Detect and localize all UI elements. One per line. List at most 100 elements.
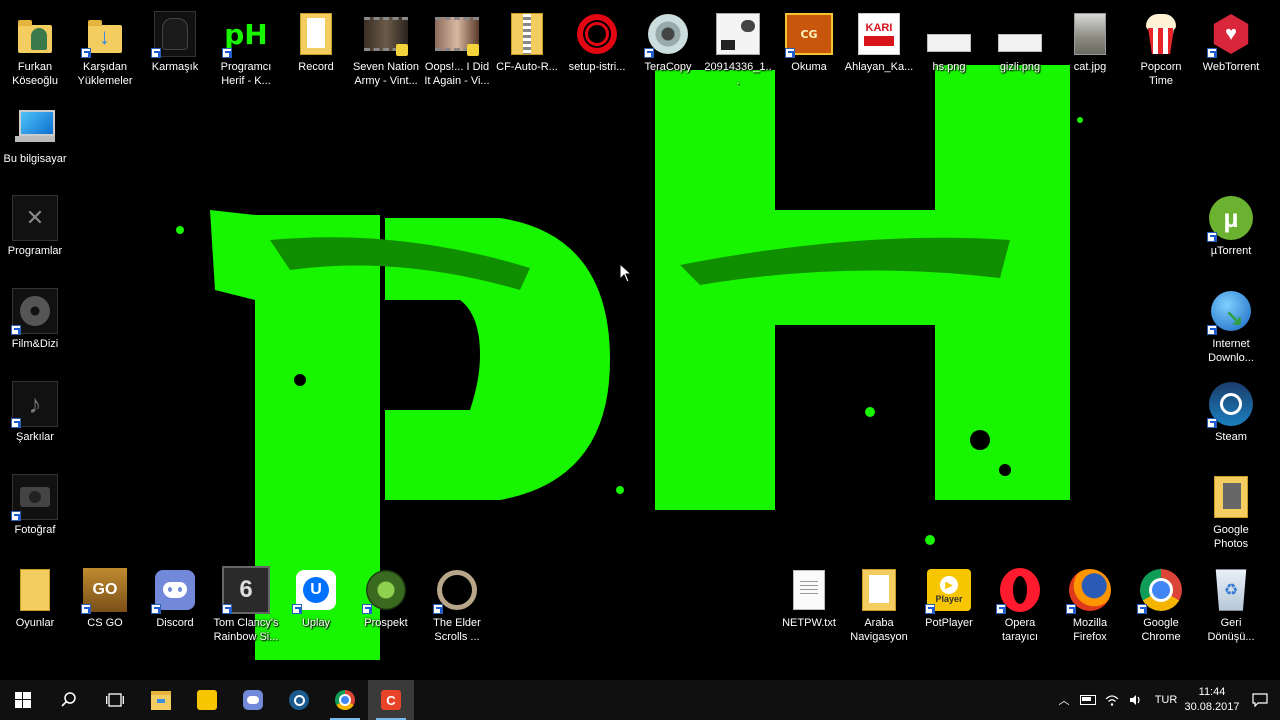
film-reel-icon bbox=[11, 287, 59, 335]
desktop-icon-popcorn-time[interactable]: Popcorn Time bbox=[1126, 8, 1196, 88]
clock[interactable]: 11:44 30.08.2017 bbox=[1184, 685, 1240, 715]
taskbar-camtasia[interactable]: C bbox=[368, 680, 414, 720]
desktop-icon-uplay[interactable]: U Uplay bbox=[281, 564, 351, 630]
wifi-icon bbox=[1105, 695, 1119, 706]
desktop-icon-discord[interactable]: Discord bbox=[140, 564, 210, 630]
icon-label: CS GO bbox=[87, 617, 123, 629]
icon-label: Steam bbox=[1215, 431, 1247, 443]
shortcut-arrow-icon bbox=[292, 604, 302, 614]
icon-label: Film&Dizi bbox=[11, 338, 59, 350]
taskbar-discord[interactable] bbox=[230, 680, 276, 720]
csgo-icon: GO bbox=[81, 566, 129, 614]
idm-globe-icon: ↘ bbox=[1207, 287, 1255, 335]
icon-label: Ahlayan_Ka... bbox=[844, 61, 914, 73]
desktop-icon-furkan-koseoglu[interactable]: Furkan Köseoğlu bbox=[0, 8, 70, 88]
shortcut-arrow-icon bbox=[433, 604, 443, 614]
desktop-icon-recycle-bin[interactable]: ♻ Geri Dönüşü... bbox=[1196, 564, 1266, 644]
icon-label: WebTorrent bbox=[1202, 61, 1260, 73]
shortcut-arrow-icon bbox=[1066, 604, 1076, 614]
csgo-logo-text: GO bbox=[92, 581, 118, 598]
desktop-icon-bu-bilgisayar[interactable]: Bu bilgisayar bbox=[0, 100, 70, 166]
icon-label: setup-istri... bbox=[568, 61, 626, 73]
desktop-icon-karmasik[interactable]: Karmaşık bbox=[140, 8, 210, 74]
tray-wifi[interactable] bbox=[1100, 680, 1124, 720]
start-button[interactable] bbox=[0, 680, 46, 720]
desktop-icon-chrome[interactable]: Google Chrome bbox=[1126, 564, 1196, 644]
taskbar-file-explorer[interactable] bbox=[138, 680, 184, 720]
icon-label: Seven Nation Army - Vint... bbox=[352, 61, 420, 87]
shortcut-arrow-icon bbox=[151, 48, 161, 58]
desktop-icon-ahlayan[interactable]: KARI Ahlayan_Ka... bbox=[844, 8, 914, 74]
icon-label: Şarkılar bbox=[16, 431, 54, 443]
desktop-icon-oops-i-did-it-again[interactable]: Oops!... I Did It Again - Vi... bbox=[422, 8, 492, 88]
icon-label: hs.png bbox=[932, 61, 966, 73]
desktop-icon-google-photos[interactable]: Google Photos bbox=[1196, 471, 1266, 551]
icon-label: The Elder Scrolls ... bbox=[433, 617, 481, 643]
desktop-icon-setup-istri[interactable]: setup-istri... bbox=[562, 8, 632, 74]
desktop-icon-downloads[interactable]: ↓ Karşıdan Yüklemeler bbox=[70, 8, 140, 88]
desktop-icon-steam[interactable]: Steam bbox=[1196, 378, 1266, 444]
icon-label: Uplay bbox=[301, 617, 331, 629]
tray-battery[interactable] bbox=[1076, 680, 1100, 720]
video-file-icon bbox=[362, 10, 410, 58]
desktop-icon-cat-jpg[interactable]: cat.jpg bbox=[1055, 8, 1125, 74]
desktop-icon-cs-go[interactable]: GO CS GO bbox=[70, 564, 140, 630]
setup-red-circle-icon bbox=[573, 10, 621, 58]
search-button[interactable] bbox=[46, 680, 92, 720]
desktop-icon-programci-herif[interactable]: pH Programcı Herif - K... bbox=[211, 8, 281, 88]
language-indicator[interactable]: TUR bbox=[1148, 680, 1184, 720]
potplayer-icon: ▶ Player bbox=[925, 566, 973, 614]
desktop-icon-fotograf[interactable]: Fotoğraf bbox=[0, 471, 70, 537]
desktop-icon-araba-navigasyon[interactable]: Araba Navigasyon bbox=[844, 564, 914, 644]
task-view-button[interactable] bbox=[92, 680, 138, 720]
icon-label: Oops!... I Did It Again - Vi... bbox=[424, 61, 490, 87]
tray-volume[interactable] bbox=[1124, 680, 1148, 720]
icon-label: Fotoğraf bbox=[14, 524, 56, 536]
desktop-icon-webtorrent[interactable]: ♥ WebTorrent bbox=[1196, 8, 1266, 74]
shortcut-arrow-icon bbox=[11, 325, 21, 335]
desktop-icon-firefox[interactable]: Mozilla Firefox bbox=[1055, 564, 1125, 644]
taskbar-potplayer[interactable] bbox=[184, 680, 230, 720]
rainbow-six-icon: 6 bbox=[222, 566, 270, 614]
desktop-icon-prospekt[interactable]: Prospekt bbox=[351, 564, 421, 630]
teracopy-disc-icon bbox=[644, 10, 692, 58]
firefox-icon bbox=[1066, 566, 1114, 614]
taskbar-steam[interactable] bbox=[276, 680, 322, 720]
icon-label: Tom Clancy's Rainbow Si... bbox=[213, 617, 279, 643]
icon-label: Karşıdan Yüklemeler bbox=[77, 61, 133, 87]
shortcut-arrow-icon bbox=[1207, 232, 1217, 242]
desktop-icon-oyunlar[interactable]: Oyunlar bbox=[0, 564, 70, 630]
webtorrent-heart-icon: ♥ bbox=[1207, 10, 1255, 58]
camera-icon bbox=[11, 473, 59, 521]
desktop-icon-cf-auto-root[interactable]: CF-Auto-R... bbox=[492, 8, 562, 74]
desktop-icon-internet-download-manager[interactable]: ↘ Internet Downlo... bbox=[1196, 285, 1266, 365]
desktop-icon-elder-scrolls[interactable]: The Elder Scrolls ... bbox=[422, 564, 492, 644]
show-hidden-icons-button[interactable]: ︿ bbox=[1052, 680, 1076, 720]
desktop-icon-utorrent[interactable]: µ µTorrent bbox=[1196, 192, 1266, 258]
archive-file-icon bbox=[503, 10, 551, 58]
desktop-icon-rainbow-six[interactable]: 6 Tom Clancy's Rainbow Si... bbox=[211, 564, 281, 644]
desktop-icon-record[interactable]: Record bbox=[281, 8, 351, 74]
desktop-icon-okuma[interactable]: CG Okuma bbox=[774, 8, 844, 74]
action-center-button[interactable] bbox=[1240, 680, 1280, 720]
taskbar-chrome[interactable] bbox=[322, 680, 368, 720]
desktop-icon-film-dizi[interactable]: Film&Dizi bbox=[0, 285, 70, 351]
music-note-icon: ♪ bbox=[11, 380, 59, 428]
icon-label: Karmaşık bbox=[151, 61, 199, 73]
ph-logo-text: pH bbox=[224, 17, 268, 51]
desktop-icon-programlar[interactable]: ✕ Programlar bbox=[0, 192, 70, 258]
download-folder-icon: ↓ bbox=[81, 10, 129, 58]
desktop-icon-potplayer[interactable]: ▶ Player PotPlayer bbox=[914, 564, 984, 630]
recycle-bin-icon: ♻ bbox=[1207, 566, 1255, 614]
desktop-icon-seven-nation-army[interactable]: Seven Nation Army - Vint... bbox=[351, 8, 421, 88]
desktop-icon-20914336[interactable]: 20914336_1... bbox=[703, 8, 773, 88]
search-icon bbox=[61, 692, 76, 707]
desktop-icon-sarkilar[interactable]: ♪ Şarkılar bbox=[0, 378, 70, 444]
desktop-icon-gizli-png[interactable]: gizli.png bbox=[985, 8, 1055, 74]
desktop-icon-teracopy[interactable]: TeraCopy bbox=[633, 8, 703, 74]
shortcut-arrow-icon bbox=[644, 48, 654, 58]
desktop-icon-netpw-txt[interactable]: NETPW.txt bbox=[774, 564, 844, 630]
icon-label: Mozilla Firefox bbox=[1072, 617, 1108, 643]
desktop-icon-opera[interactable]: Opera tarayıcı bbox=[985, 564, 1055, 644]
desktop-icon-hs-png[interactable]: hs.png bbox=[914, 8, 984, 74]
